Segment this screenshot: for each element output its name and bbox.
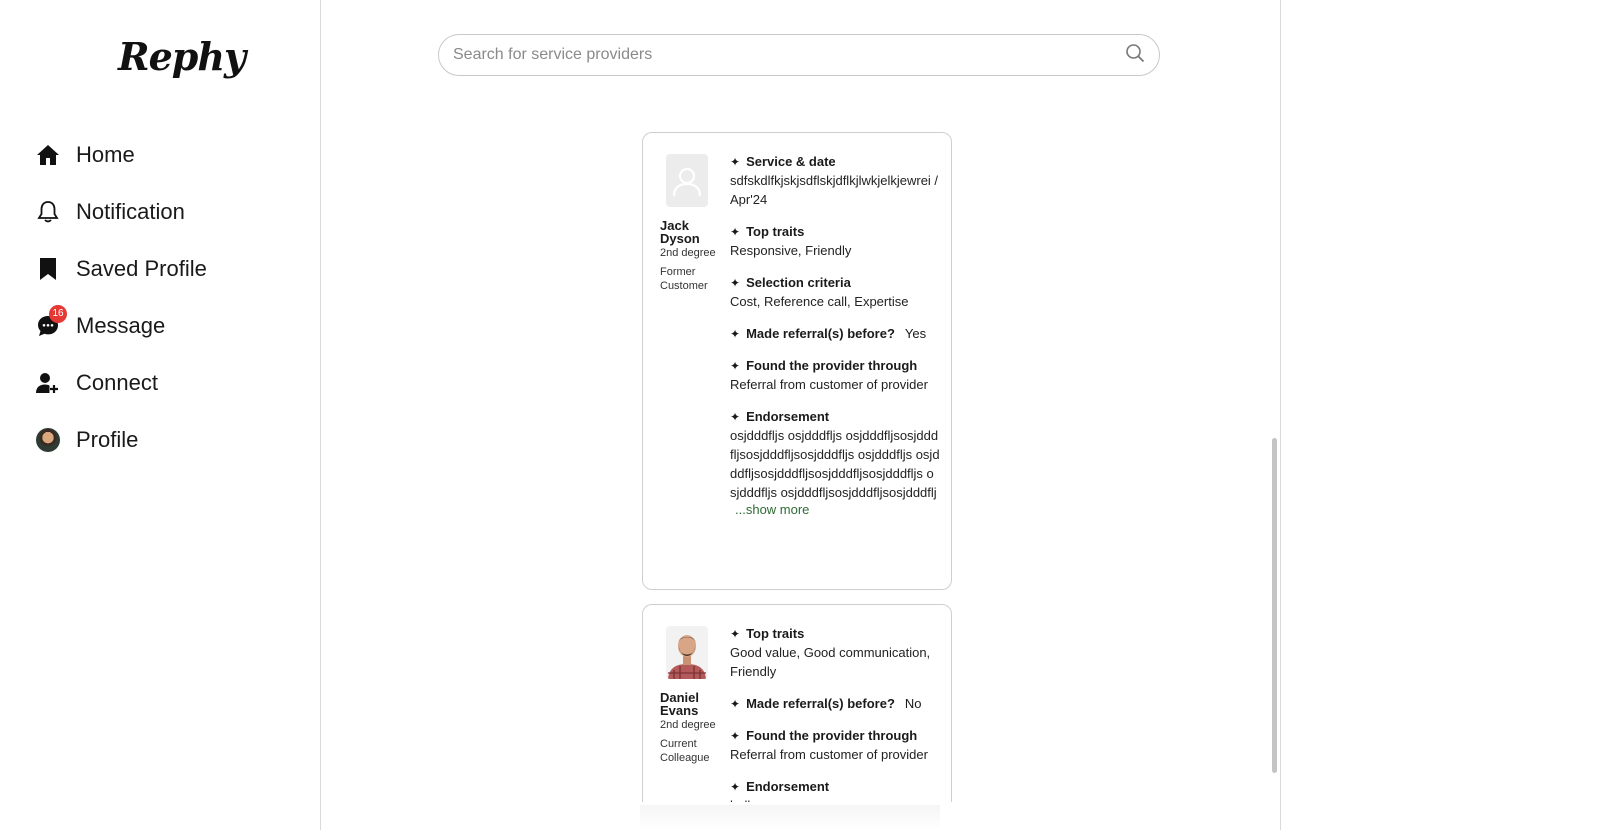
search-icon[interactable] <box>1125 43 1145 68</box>
scrollbar[interactable] <box>1272 438 1277 773</box>
found-through-section: ✦ Found the provider through Referral fro… <box>730 727 940 764</box>
section-value: Yes <box>904 326 927 341</box>
show-more-link[interactable]: ...show more <box>735 502 940 517</box>
section-title: Found the provider through <box>746 728 918 743</box>
sparkle-icon: ✦ <box>730 780 741 794</box>
section-value: Good value, Good communication, Friendly <box>730 645 931 679</box>
search-input[interactable] <box>453 46 1125 64</box>
relationship: Current Colleague <box>660 738 710 764</box>
search-bar <box>438 34 1160 76</box>
connection-degree: 2nd degree <box>660 719 716 731</box>
section-title: Selection criteria <box>746 275 851 290</box>
avatar-placeholder-icon[interactable] <box>666 154 708 207</box>
sidebar-item-label: Connect <box>76 370 158 395</box>
section-title: Top traits <box>746 626 805 641</box>
sidebar-item-label: Saved Profile <box>76 256 207 281</box>
sparkle-icon: ✦ <box>730 359 741 373</box>
avatar <box>36 428 60 452</box>
review-details: ✦ Top traits Good value, Good communicati… <box>730 625 940 802</box>
message-icon: 16 <box>36 305 67 338</box>
main-content: Jack Dyson 2nd degree Former Customer ✦ S… <box>321 0 1281 830</box>
bottom-fade <box>640 805 940 830</box>
bell-icon <box>36 200 60 224</box>
section-value: Cost, Reference call, Expertise <box>730 294 909 309</box>
sidebar-item-label: Home <box>76 142 135 167</box>
referral-section: ✦ Made referral(s) before? Yes <box>730 325 940 343</box>
reviewer-name[interactable]: Jack Dyson <box>660 219 722 245</box>
reviews-feed[interactable]: Jack Dyson 2nd degree Former Customer ✦ S… <box>642 132 952 802</box>
section-title: Service & date <box>746 154 836 169</box>
relationship: Former Customer <box>660 266 708 292</box>
section-value: osjdddfljs osjdddfljs osjdddfljsosjdddfl… <box>730 428 940 500</box>
section-title: Top traits <box>746 224 805 239</box>
sidebar-item-label: Profile <box>76 427 139 452</box>
sidebar-item-message[interactable]: 16 Message <box>36 305 166 339</box>
endorsement-section: ✦ Endorsement osjdddfljs osjdddfljs osjdd… <box>730 408 940 517</box>
top-traits-section: ✦ Top traits Responsive, Friendly <box>730 223 940 260</box>
sidebar-item-connect[interactable]: Connect <box>36 370 158 396</box>
service-date-section: ✦ Service & date sdfskdlfkjskjsdflskjdflk… <box>730 153 940 209</box>
reviewer-info: Daniel Evans 2nd degree Current Colleagu… <box>660 626 722 765</box>
sparkle-icon: ✦ <box>730 155 741 169</box>
referral-section: ✦ Made referral(s) before? No <box>730 695 940 713</box>
sidebar: Rephy Home Notification Saved Profile 16… <box>0 0 321 830</box>
sparkle-icon: ✦ <box>730 225 741 239</box>
sidebar-item-saved-profile[interactable]: Saved Profile <box>36 256 207 282</box>
section-title: Found the provider through <box>746 358 918 373</box>
app-logo[interactable]: Rephy <box>118 34 246 79</box>
sparkle-icon: ✦ <box>730 410 741 424</box>
sidebar-item-label: Message <box>76 313 166 338</box>
review-card[interactable]: Daniel Evans 2nd degree Current Colleagu… <box>642 604 952 802</box>
section-title: Endorsement <box>746 409 830 424</box>
reviewer-name[interactable]: Daniel Evans <box>660 691 722 717</box>
bookmark-icon <box>36 257 60 281</box>
section-value: Referral from customer of provider <box>730 747 928 762</box>
sparkle-icon: ✦ <box>730 697 741 711</box>
section-title: Made referral(s) before? <box>746 696 895 711</box>
section-value: Responsive, Friendly <box>730 243 852 258</box>
add-user-icon <box>36 371 60 395</box>
sparkle-icon: ✦ <box>730 276 741 290</box>
top-traits-section: ✦ Top traits Good value, Good communicati… <box>730 625 940 681</box>
sparkle-icon: ✦ <box>730 627 741 641</box>
sparkle-icon: ✦ <box>730 327 741 341</box>
review-details: ✦ Service & date sdfskdlfkjskjsdflskjdflk… <box>730 153 940 531</box>
sidebar-item-label: Notification <box>76 199 185 224</box>
section-title: Endorsement <box>746 779 830 794</box>
message-count-badge: 16 <box>49 305 67 323</box>
sparkle-icon: ✦ <box>730 729 741 743</box>
reviewer-info: Jack Dyson 2nd degree Former Customer <box>660 154 722 293</box>
connection-degree: 2nd degree <box>660 247 716 259</box>
reviewer-photo[interactable] <box>666 626 708 679</box>
section-value: sdfskdlfkjskjsdflskjdflkjlwkjelkjewrei /… <box>730 173 939 207</box>
section-value: hello <box>730 796 940 802</box>
review-card[interactable]: Jack Dyson 2nd degree Former Customer ✦ S… <box>642 132 952 590</box>
section-value: No <box>904 696 922 711</box>
sidebar-item-notification[interactable]: Notification <box>36 199 185 225</box>
avatar-wrapper <box>36 428 60 452</box>
found-through-section: ✦ Found the provider through Referral fro… <box>730 357 940 394</box>
sidebar-item-home[interactable]: Home <box>36 142 135 168</box>
selection-criteria-section: ✦ Selection criteria Cost, Reference call… <box>730 274 940 311</box>
section-title: Made referral(s) before? <box>746 326 895 341</box>
home-icon <box>36 143 60 167</box>
endorsement-section: ✦ Endorsement hello <box>730 778 940 802</box>
section-value: Referral from customer of provider <box>730 377 928 392</box>
sidebar-item-profile[interactable]: Profile <box>36 427 138 453</box>
